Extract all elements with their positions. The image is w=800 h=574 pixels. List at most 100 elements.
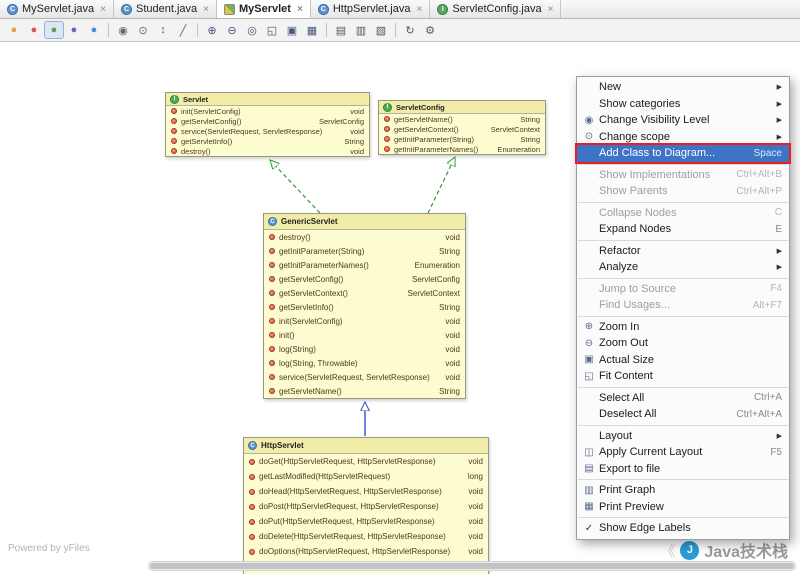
zoom-in-icon: ⊕: [584, 321, 594, 333]
menu-item-apply-current-layout[interactable]: ◫ Apply Current Layout F5: [577, 444, 789, 461]
menu-item-export-to-file[interactable]: ▤ Export to file: [577, 461, 789, 478]
export-icon[interactable]: ▤: [331, 21, 351, 39]
menu-item-label: Print Preview: [599, 500, 664, 513]
method-row[interactable]: doOptions(HttpServletRequest, HttpServle…: [244, 544, 488, 559]
menu-item-add-class-to-diagram[interactable]: Add Class to Diagram... Space: [575, 143, 791, 164]
fit-content-icon[interactable]: ◱: [262, 21, 282, 39]
method-row[interactable]: getServletContext() ServletContext: [264, 286, 465, 300]
method-row[interactable]: doPost(HttpServletRequest, HttpServletRe…: [244, 499, 488, 514]
menu-item-print-graph[interactable]: ▥ Print Graph: [577, 482, 789, 499]
menu-item-label: Show Edge Labels: [599, 522, 691, 535]
method-row[interactable]: getServletConfig() ServletConfig: [166, 116, 369, 126]
menu-item-fit-content[interactable]: ◱ Fit Content: [577, 368, 789, 385]
menu-item-show-parents: Show Parents Ctrl+Alt+P: [577, 183, 789, 200]
menu-item-deselect-all[interactable]: Deselect All Ctrl+Alt+A: [577, 406, 789, 423]
method-row[interactable]: doGet(HttpServletRequest, HttpServletRes…: [244, 454, 488, 469]
method-row[interactable]: log(String, Throwable) void: [264, 356, 465, 370]
class-node-servlet[interactable]: I Servlet init(ServletConfig) void getServle…: [165, 92, 370, 157]
change-visibility-icon[interactable]: ◉: [113, 21, 133, 39]
method-row[interactable]: init(ServletConfig) void: [166, 106, 369, 116]
method-signature: init(ServletConfig): [279, 316, 343, 326]
method-row[interactable]: service(ServletRequest, ServletResponse)…: [166, 126, 369, 136]
actual-size-icon[interactable]: ▣: [282, 21, 302, 39]
change-scope-icon[interactable]: ⊙: [133, 21, 153, 39]
menu-item-change-scope[interactable]: ⊙ Change scope ▶: [577, 129, 789, 146]
zoom-in-icon[interactable]: ⊕: [202, 21, 222, 39]
editor-tab-bar: C MyServlet.java × C Student.java × MyServlet ×…: [0, 0, 800, 19]
method-row[interactable]: destroy() void: [264, 230, 465, 244]
method-row[interactable]: getLastModified(HttpServletRequest) long: [244, 469, 488, 484]
method-row[interactable]: destroy() void: [166, 146, 369, 156]
zoom-out-icon[interactable]: ⊖: [222, 21, 242, 39]
method-row[interactable]: init(ServletConfig) void: [264, 314, 465, 328]
method-row[interactable]: getServletContext() ServletContext: [379, 124, 545, 134]
method-row[interactable]: getInitParameterNames() Enumeration: [264, 258, 465, 272]
show-dependencies-icon[interactable]: ↕: [153, 21, 173, 39]
menu-item-label: Find Usages...: [599, 299, 670, 312]
menu-item-show-categories[interactable]: Show categories ▶: [577, 96, 789, 113]
tab-close-icon[interactable]: ×: [100, 4, 106, 15]
menu-item-analyze[interactable]: Analyze ▶: [577, 259, 789, 276]
tab-myservlet-java[interactable]: C MyServlet.java ×: [0, 0, 114, 18]
method-row[interactable]: getInitParameter(String) String: [379, 134, 545, 144]
method-row[interactable]: getServletInfo() String: [166, 136, 369, 146]
reset-zoom-icon[interactable]: ◎: [242, 21, 262, 39]
method-row[interactable]: doPut(HttpServletRequest, HttpServletRes…: [244, 514, 488, 529]
menu-shortcut: Space: [753, 147, 782, 159]
refresh-icon[interactable]: ↻: [400, 21, 420, 39]
method-row[interactable]: getServletName() String: [379, 114, 545, 124]
edge-creation-icon[interactable]: ╱: [173, 21, 193, 39]
settings-icon[interactable]: ⚙: [420, 21, 440, 39]
menu-item-expand-nodes[interactable]: Expand Nodes E: [577, 221, 789, 238]
show-methods-icon[interactable]: ●: [44, 21, 64, 39]
scrollbar-thumb[interactable]: [150, 563, 794, 569]
class-header: C HttpServlet: [244, 438, 488, 454]
show-constructors-icon[interactable]: ●: [24, 21, 44, 39]
method-row[interactable]: getServletName() String: [264, 384, 465, 398]
menu-item-select-all[interactable]: Select All Ctrl+A: [577, 390, 789, 407]
show-properties-icon[interactable]: ●: [64, 21, 84, 39]
tab-close-icon[interactable]: ×: [297, 4, 303, 15]
menu-item-layout[interactable]: Layout ▶: [577, 428, 789, 445]
class-node-httpservlet[interactable]: C HttpServlet doGet(HttpServletRequest, Ht…: [243, 437, 489, 574]
menu-item-print-preview[interactable]: ▦ Print Preview: [577, 499, 789, 516]
horizontal-scrollbar[interactable]: [148, 561, 796, 571]
tab-close-icon[interactable]: ×: [203, 4, 209, 15]
diagram-canvas[interactable]: Powered by yFiles 《 J Java技术栈 New ▶ Show c…: [0, 43, 800, 574]
method-row[interactable]: getInitParameter(String) String: [264, 244, 465, 258]
method-row[interactable]: doHead(HttpServletRequest, HttpServletRe…: [244, 484, 488, 499]
grid-icon[interactable]: ▦: [302, 21, 322, 39]
method-row[interactable]: doDelete(HttpServletRequest, HttpServlet…: [244, 529, 488, 544]
method-row[interactable]: service(ServletRequest, ServletResponse)…: [264, 370, 465, 384]
class-icon: C: [268, 217, 277, 226]
method-row[interactable]: init() void: [264, 328, 465, 342]
show-inner-classes-icon[interactable]: ●: [84, 21, 104, 39]
powered-by-label: Powered by yFiles: [8, 543, 90, 554]
method-row[interactable]: getServletInfo() String: [264, 300, 465, 314]
menu-item-actual-size[interactable]: ▣ Actual Size: [577, 352, 789, 369]
menu-item-refactor[interactable]: Refactor ▶: [577, 243, 789, 260]
tab-close-icon[interactable]: ×: [416, 4, 422, 15]
method-signature: doPut(HttpServletRequest, HttpServletRes…: [259, 517, 435, 526]
method-signature: getServletContext(): [394, 124, 459, 134]
menu-item-show-edge-labels[interactable]: ✓ Show Edge Labels: [577, 520, 789, 537]
menu-item-new[interactable]: New ▶: [577, 79, 789, 96]
method-row[interactable]: getInitParameterNames() Enumeration: [379, 144, 545, 154]
tab-servletconfig-java[interactable]: I ServletConfig.java ×: [430, 0, 562, 18]
menu-item-zoom-out[interactable]: ⊖ Zoom Out: [577, 335, 789, 352]
class-node-servletconfig[interactable]: I ServletConfig getServletName() String getS…: [378, 100, 546, 155]
print-icon[interactable]: ▥: [351, 21, 371, 39]
menu-separator: [578, 517, 788, 518]
menu-item-zoom-in[interactable]: ⊕ Zoom In: [577, 319, 789, 336]
method-row[interactable]: log(String) void: [264, 342, 465, 356]
class-node-genericservlet[interactable]: C GenericServlet destroy() void getInitParam…: [263, 213, 466, 399]
show-fields-icon[interactable]: ●: [4, 21, 24, 39]
tab-httpservlet-java[interactable]: C HttpServlet.java ×: [311, 0, 431, 18]
save-icon[interactable]: ▧: [371, 21, 391, 39]
method-row[interactable]: getServletConfig() ServletConfig: [264, 272, 465, 286]
method-signature: getServletContext(): [279, 288, 348, 298]
menu-item-change-visibility-level[interactable]: ◉ Change Visibility Level ▶: [577, 112, 789, 129]
tab-student-java[interactable]: C Student.java ×: [114, 0, 217, 18]
tab-myservlet[interactable]: MyServlet ×: [216, 0, 311, 18]
tab-close-icon[interactable]: ×: [548, 4, 554, 15]
